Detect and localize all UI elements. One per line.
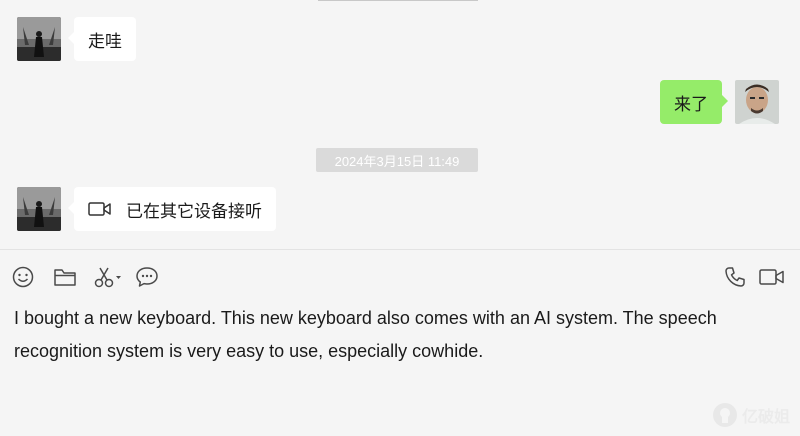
message-timestamp: 2024年3月15日 11:49	[316, 148, 478, 172]
phone-icon[interactable]	[722, 264, 748, 290]
watermark-logo: 亿破姐	[712, 402, 790, 428]
message-input[interactable]: I bought a new keyboard. This new keyboa…	[14, 302, 786, 368]
message-bubble-incoming[interactable]: 走哇	[68, 17, 136, 61]
emoji-icon[interactable]	[10, 264, 36, 290]
message-bubble-outgoing[interactable]: 来了	[660, 80, 728, 124]
video-icon[interactable]	[757, 264, 787, 290]
scissors-icon[interactable]	[92, 264, 124, 290]
message-text: 走哇	[88, 31, 122, 51]
timestamp-text: 2024年3月15日 11:49	[334, 153, 460, 169]
call-status-text: 已在其它设备接听	[126, 201, 262, 221]
message-input-area: I bought a new keyboard. This new keyboa…	[0, 250, 800, 436]
message-text: 来了	[674, 94, 708, 114]
call-record-bubble[interactable]: 已在其它设备接听	[68, 187, 276, 231]
contact-avatar[interactable]	[17, 17, 61, 61]
top-divider	[318, 0, 478, 1]
folder-icon[interactable]	[52, 264, 78, 290]
chat-message-area: 走哇 来了 2024年3月15日 11:49 已在其它设备接听	[0, 0, 800, 250]
chat-bubble-icon[interactable]	[134, 264, 160, 290]
watermark-text: 亿破姐	[741, 409, 790, 426]
my-avatar[interactable]	[735, 80, 779, 124]
contact-avatar[interactable]	[17, 187, 61, 231]
video-call-icon	[88, 201, 112, 217]
